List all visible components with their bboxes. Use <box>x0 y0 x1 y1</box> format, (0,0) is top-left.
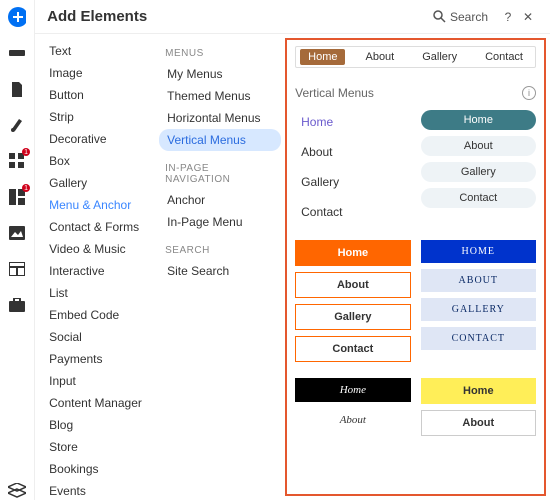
menu-item[interactable]: GALLERY <box>421 298 536 321</box>
subcategory-item[interactable]: In-Page Menu <box>159 211 281 233</box>
menu-item[interactable]: About <box>421 410 536 436</box>
left-toolbar: 1 1 <box>0 0 35 500</box>
horizontal-menu-sample[interactable]: Home About Gallery Contact <box>295 46 536 68</box>
help-button[interactable]: ? <box>498 10 518 24</box>
menu-item[interactable]: Contact <box>295 200 410 224</box>
category-item[interactable]: Store <box>43 436 155 458</box>
subcategory-item[interactable]: Site Search <box>159 260 281 282</box>
info-icon[interactable]: i <box>522 86 536 100</box>
category-item[interactable]: Image <box>43 62 155 84</box>
menu-item[interactable]: Home <box>421 110 536 130</box>
subcategory-item[interactable]: Themed Menus <box>159 85 281 107</box>
category-item[interactable]: Interactive <box>43 260 155 282</box>
section-icon[interactable] <box>8 44 26 62</box>
menu-item[interactable]: Home <box>295 110 410 134</box>
category-item[interactable]: Button <box>43 84 155 106</box>
page-icon[interactable] <box>8 80 26 98</box>
category-item[interactable]: Content Manager <box>43 392 155 414</box>
search-input[interactable]: Search <box>433 10 488 24</box>
category-item[interactable]: Events <box>43 480 155 500</box>
category-item[interactable]: Decorative <box>43 128 155 150</box>
category-item[interactable]: Menu & Anchor <box>43 194 155 216</box>
category-item[interactable]: Text <box>43 40 155 62</box>
panel-header: Add Elements Search ? ✕ <box>35 0 550 34</box>
menu-item[interactable]: ABOUT <box>421 269 536 292</box>
subcategory-item[interactable]: Vertical Menus <box>159 129 281 151</box>
category-item[interactable]: Payments <box>43 348 155 370</box>
subcategory-item[interactable]: Anchor <box>159 189 281 211</box>
search-icon <box>433 10 446 23</box>
menu-tab[interactable]: Home <box>300 49 345 65</box>
category-item[interactable]: Social <box>43 326 155 348</box>
close-button[interactable]: ✕ <box>518 10 538 24</box>
menu-item[interactable]: Gallery <box>421 162 536 182</box>
subcategory-header: SEARCH <box>159 241 281 260</box>
vertical-menu-sample-3[interactable]: Home About Gallery Contact <box>295 240 410 362</box>
category-item[interactable]: Contact & Forms <box>43 216 155 238</box>
menu-item[interactable]: Contact <box>295 336 410 362</box>
sections-icon[interactable]: 1 <box>8 188 26 206</box>
table-icon[interactable] <box>8 260 26 278</box>
image-icon[interactable] <box>8 224 26 242</box>
category-item[interactable]: Blog <box>43 414 155 436</box>
menu-item[interactable]: Home <box>295 240 410 266</box>
vertical-menu-sample-1[interactable]: Home About Gallery Contact <box>295 110 410 224</box>
apps-icon[interactable]: 1 <box>8 152 26 170</box>
menu-tab[interactable]: Gallery <box>414 49 465 65</box>
subcategory-header: MENUS <box>159 44 281 63</box>
briefcase-icon[interactable] <box>8 296 26 314</box>
menu-item[interactable]: Home <box>295 378 410 402</box>
section-title: Vertical Menus <box>295 86 374 100</box>
category-list: TextImageButtonStripDecorativeBoxGallery… <box>35 34 155 500</box>
menu-tab[interactable]: Contact <box>477 49 531 65</box>
menu-tab[interactable]: About <box>357 49 402 65</box>
search-label: Search <box>450 10 488 24</box>
category-item[interactable]: Bookings <box>43 458 155 480</box>
menu-item[interactable]: Home <box>421 378 536 404</box>
badge-icon: 1 <box>22 184 30 192</box>
plus-icon[interactable] <box>8 8 26 26</box>
subcategory-item[interactable]: Horizontal Menus <box>159 107 281 129</box>
menu-item[interactable]: About <box>421 136 536 156</box>
menu-item[interactable]: CONTACT <box>421 327 536 350</box>
category-item[interactable]: List <box>43 282 155 304</box>
category-item[interactable]: Video & Music <box>43 238 155 260</box>
paint-icon[interactable] <box>8 116 26 134</box>
vertical-menu-sample-5[interactable]: Home About <box>295 378 410 436</box>
menu-item[interactable]: Gallery <box>295 170 410 194</box>
category-item[interactable]: Input <box>43 370 155 392</box>
menu-item[interactable]: HOME <box>421 240 536 263</box>
panel-title: Add Elements <box>47 8 433 25</box>
subcategory-item[interactable]: My Menus <box>159 63 281 85</box>
vertical-menu-sample-6[interactable]: Home About <box>421 378 536 436</box>
vertical-menu-sample-4[interactable]: HOME ABOUT GALLERY CONTACT <box>421 240 536 362</box>
layers-icon[interactable] <box>8 482 26 500</box>
vertical-menu-sample-2[interactable]: Home About Gallery Contact <box>421 110 536 224</box>
subcategory-header: IN-PAGE NAVIGATION <box>159 159 281 189</box>
category-item[interactable]: Gallery <box>43 172 155 194</box>
category-item[interactable]: Strip <box>43 106 155 128</box>
category-item[interactable]: Box <box>43 150 155 172</box>
badge-icon: 1 <box>22 148 30 156</box>
menu-item[interactable]: About <box>295 272 410 298</box>
subcategory-list: MENUSMy MenusThemed MenusHorizontal Menu… <box>155 34 285 500</box>
preview-pane: Home About Gallery Contact Vertical Menus i… <box>285 38 546 496</box>
menu-item[interactable]: Gallery <box>295 304 410 330</box>
menu-item[interactable]: About <box>295 140 410 164</box>
menu-item[interactable]: Contact <box>421 188 536 208</box>
menu-item[interactable]: About <box>295 408 410 432</box>
category-item[interactable]: Embed Code <box>43 304 155 326</box>
